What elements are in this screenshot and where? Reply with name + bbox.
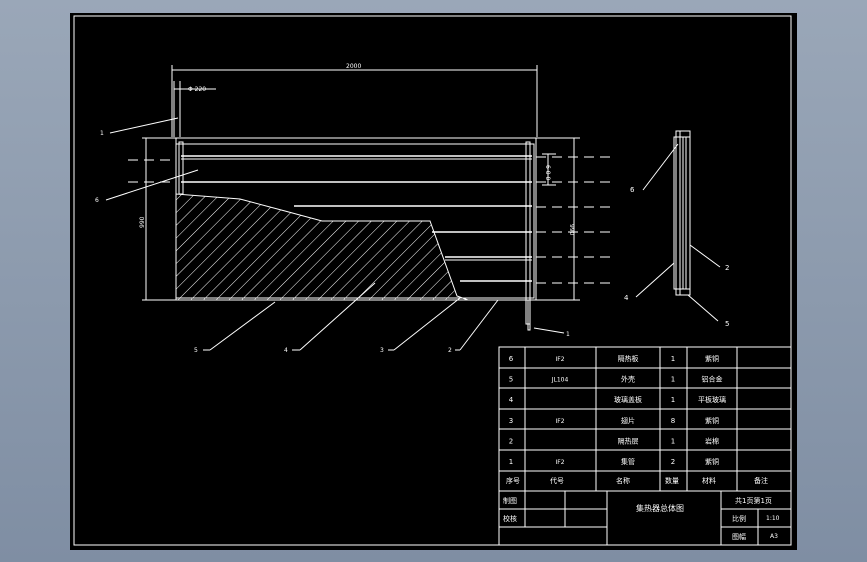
dim-left-height: 990 [139, 216, 146, 228]
callout-3-front: 3 [380, 347, 384, 354]
callout-2-side: 2 [725, 264, 729, 272]
bom-cell-code: IF2 [555, 459, 564, 466]
side-view: 6 2 4 5 [624, 130, 729, 328]
bom-cell-material: 岩棉 [705, 436, 719, 445]
bom-cell-qty: 2 [671, 458, 675, 466]
bom-header-note: 备注 [754, 476, 768, 485]
size-value: A3 [770, 533, 778, 540]
title-block: 制图 校核 集热器总体图 共1页第1页 比例 1:10 图幅 A3 [499, 491, 791, 545]
size-label: 图幅 [732, 532, 746, 541]
callout-5-side: 5 [725, 320, 729, 328]
bom-cell-code: IF2 [555, 356, 564, 363]
bom-cell-material: 紫铜 [705, 457, 719, 466]
bom-cell-no: 6 [509, 355, 514, 363]
callout-6-front: 6 [95, 197, 99, 204]
drawing-sheet: 2000 Φ 220 990 990 6 0 0 1 6 5 4 3 2 1 6… [70, 13, 797, 550]
callout-4-side: 4 [624, 294, 629, 302]
bom-header-name: 名称 [616, 476, 630, 485]
bom-cell-no: 3 [509, 417, 513, 425]
callout-6-side: 6 [630, 186, 635, 194]
callout-1-top: 1 [100, 130, 104, 137]
bom-cell-qty: 1 [671, 437, 675, 445]
bom-cell-code: IF2 [555, 418, 564, 425]
scale-label: 比例 [732, 514, 746, 523]
bom-cell-qty: 1 [671, 355, 675, 363]
scale-value: 1:10 [766, 515, 780, 522]
bom-cell-name: 外壳 [621, 375, 635, 384]
bom-cell-material: 平板玻璃 [698, 395, 726, 404]
dim-right-height: 990 [568, 224, 575, 236]
bom-cell-name: 隔热层 [618, 436, 639, 445]
bom-cell-name: 集管 [621, 457, 635, 466]
bom-header-qty: 数量 [665, 476, 679, 485]
bom-cell-no: 5 [509, 376, 513, 384]
dim-bar-spacing: 6 0 0 [544, 165, 551, 180]
bom-cell-material: 紫铜 [705, 354, 719, 363]
bom-cell-qty: 1 [671, 396, 675, 404]
bom-cell-name: 隔热板 [618, 354, 639, 363]
bom-cell-code: JL104 [551, 377, 569, 384]
callout-2-front: 2 [448, 347, 452, 354]
bom-cell-no: 4 [509, 396, 514, 404]
bom-header-material: 材料 [702, 476, 716, 485]
bom-cell-material: 铝合金 [702, 375, 723, 384]
drawing-title: 集热器总体图 [636, 503, 684, 513]
bom-cell-no: 1 [509, 458, 513, 466]
title-drawn-label: 制图 [503, 496, 517, 505]
callout-5-front: 5 [194, 347, 198, 354]
cad-viewport[interactable]: 2000 Φ 220 990 990 6 0 0 1 6 5 4 3 2 1 6… [0, 0, 867, 562]
bom-cell-no: 2 [509, 437, 513, 445]
insulation-hatch [175, 193, 469, 301]
callout-4-front: 4 [284, 347, 288, 354]
bom-cell-qty: 8 [671, 417, 675, 425]
sheet-number: 共1页第1页 [735, 496, 772, 505]
title-checked-label: 校核 [503, 514, 517, 523]
bom-header-code: 代号 [550, 476, 564, 485]
bom-cell-material: 紫铜 [705, 416, 719, 425]
bom-cell-qty: 1 [671, 376, 675, 384]
bom-header-no: 序号 [506, 476, 520, 485]
bom-cell-name: 翅片 [621, 416, 635, 425]
dim-overall-length: 2000 [346, 63, 361, 70]
callout-1-bottom: 1 [566, 331, 570, 338]
dim-small-dia: Φ 220 [188, 86, 206, 93]
bom-cell-name: 玻璃盖板 [614, 395, 642, 404]
drawing-canvas: 2000 Φ 220 990 990 6 0 0 1 6 5 4 3 2 1 6… [73, 15, 792, 546]
front-view: 2000 Φ 220 990 990 6 0 0 1 6 5 4 3 2 1 [95, 63, 610, 354]
bom-table: 6 IF2 隔热板 1 紫铜 5 JL104 外壳 1 铝合金 4 玻璃盖板 1 平板玻璃 3 IF2 翅片 8 紫… [498, 346, 792, 546]
